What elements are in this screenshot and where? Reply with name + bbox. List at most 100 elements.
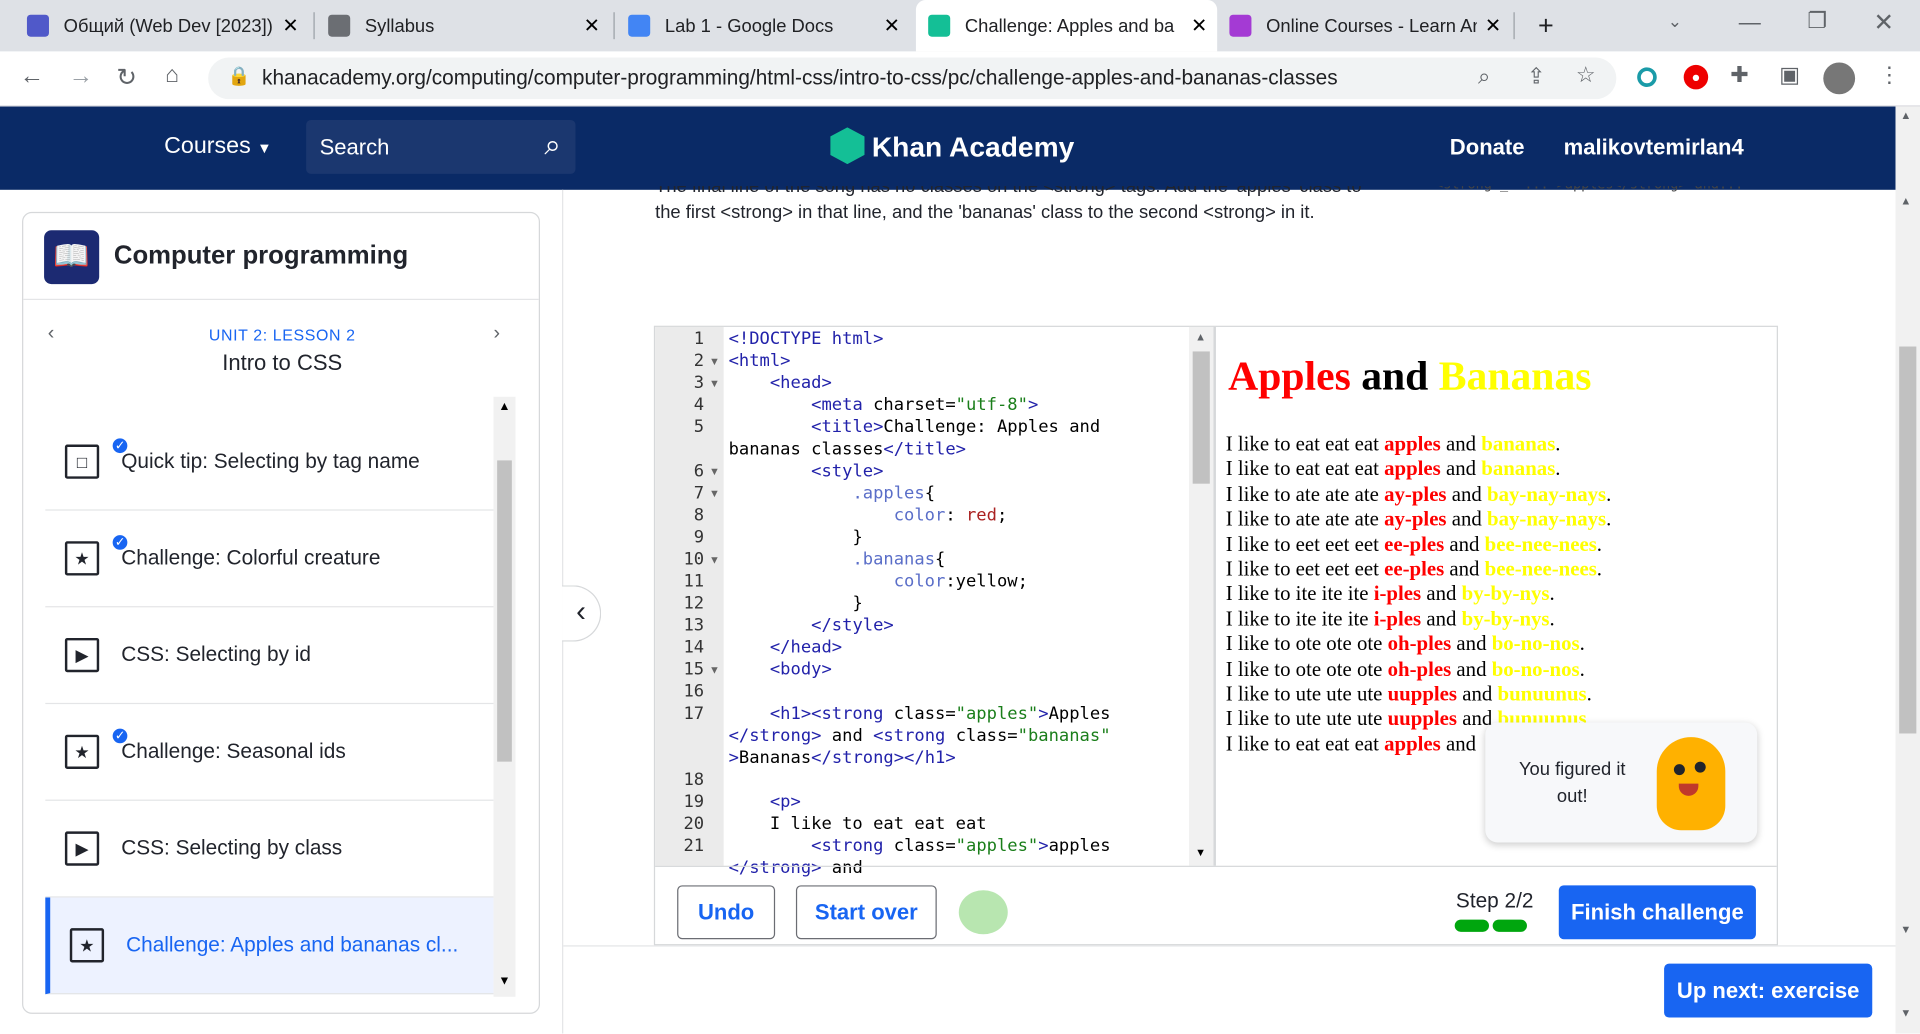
- code-line[interactable]: color:yellow;: [729, 572, 1028, 592]
- close-tab-icon[interactable]: ✕: [282, 13, 298, 37]
- puzzle-icon[interactable]: ✚: [1730, 62, 1748, 88]
- extension-icon[interactable]: [1637, 67, 1657, 87]
- sidebar-scroll-thumb[interactable]: [497, 460, 512, 762]
- code-line[interactable]: </style>: [729, 616, 894, 636]
- page-scrollbar[interactable]: ▲ ▲ ▼ ▼: [1895, 106, 1920, 1034]
- fold-arrow-icon[interactable]: ▼: [709, 465, 720, 477]
- code-line[interactable]: <meta charset="utf-8">: [729, 396, 1038, 416]
- code-line[interactable]: color: red;: [729, 506, 1008, 526]
- minimize-icon[interactable]: —: [1739, 10, 1761, 36]
- forward-icon[interactable]: →: [69, 62, 93, 90]
- output-and: and: [1451, 657, 1492, 681]
- search-icon[interactable]: ⌕: [544, 129, 560, 163]
- code-line[interactable]: .apples{: [729, 484, 935, 504]
- browser-tab[interactable]: Общий (Web Dev [2023]) ✕: [15, 0, 309, 51]
- khan-logo-icon[interactable]: [830, 127, 865, 165]
- sidebar-item[interactable]: ▶ CSS: Selecting by class: [45, 801, 494, 898]
- output-period: .: [1579, 632, 1585, 656]
- sidebar-item[interactable]: ★ ✓ Challenge: Seasonal ids: [45, 704, 494, 801]
- sidebar-item[interactable]: ▶ CSS: Selecting by id: [45, 607, 494, 705]
- scroll-down-icon[interactable]: ▼: [1195, 846, 1206, 858]
- output-line: I like to ote ote ote oh-ples and bo-no-…: [1226, 657, 1585, 681]
- output-apples: ay-ples: [1384, 507, 1447, 531]
- back-icon[interactable]: ←: [20, 62, 44, 90]
- profile-avatar[interactable]: [1823, 62, 1856, 95]
- output-apples: apples: [1384, 432, 1441, 456]
- fold-arrow-icon[interactable]: ▼: [709, 355, 720, 367]
- code-line[interactable]: </head>: [729, 638, 842, 658]
- code-line[interactable]: }: [729, 594, 862, 614]
- reload-icon[interactable]: ↻: [116, 62, 137, 93]
- line-number: 10: [683, 549, 705, 570]
- code-line[interactable]: <h1><strong class="apples">Apples: [729, 704, 1111, 724]
- code-line[interactable]: >Bananas</strong></h1>: [729, 748, 956, 768]
- scroll-up-icon[interactable]: ▲: [1900, 109, 1911, 121]
- code-line[interactable]: </strong> and <strong class="bananas": [729, 726, 1111, 746]
- finish-challenge-button[interactable]: Finish challenge: [1558, 885, 1756, 940]
- new-tab-icon[interactable]: +: [1538, 10, 1554, 42]
- address-bar[interactable]: 🔒 khanacademy.org/computing/computer-pro…: [208, 57, 1617, 100]
- course-book-icon: 📖: [44, 230, 100, 285]
- code-line[interactable]: I like to eat eat eat: [729, 814, 987, 834]
- editor-scrollbar[interactable]: [1188, 326, 1214, 866]
- donate-link[interactable]: Donate: [1450, 135, 1525, 161]
- sidebar-item[interactable]: ★ Challenge: Apples and bananas cl...: [45, 897, 494, 995]
- sidebar-item[interactable]: ★ ✓ Challenge: Colorful creature: [45, 511, 494, 608]
- user-menu[interactable]: malikovtemirlan4: [1564, 135, 1744, 161]
- scroll-down-icon[interactable]: ▼: [498, 975, 510, 988]
- code-line[interactable]: <head>: [729, 373, 832, 393]
- home-icon[interactable]: ⌂: [165, 62, 179, 89]
- zoom-icon[interactable]: ⌕: [1478, 64, 1490, 90]
- menu-icon[interactable]: ⋮: [1878, 62, 1900, 88]
- scroll-up-icon[interactable]: ▲: [498, 400, 510, 413]
- browser-tab[interactable]: Syllabus ✕: [316, 0, 610, 51]
- editor-scroll-thumb[interactable]: [1192, 351, 1210, 484]
- close-window-icon[interactable]: ✕: [1873, 7, 1894, 38]
- output-text: I like to ote ote ote: [1225, 632, 1388, 656]
- scroll-down-icon[interactable]: ▼: [1900, 1007, 1911, 1019]
- sidebar-scrollbar[interactable]: [493, 396, 516, 997]
- code-line[interactable]: <body>: [729, 660, 832, 680]
- code-line[interactable]: <html>: [729, 351, 791, 371]
- scroll-thumb[interactable]: [1899, 346, 1917, 734]
- code-line[interactable]: <title>Challenge: Apples and: [729, 418, 1100, 438]
- close-tab-icon[interactable]: ✕: [1191, 13, 1207, 37]
- scroll-up-icon[interactable]: ▲: [1900, 195, 1911, 207]
- up-next-button[interactable]: Up next: exercise: [1664, 963, 1873, 1018]
- scroll-up-icon[interactable]: ▲: [1195, 331, 1206, 343]
- browser-tab[interactable]: Challenge: Apples and ba ✕: [915, 0, 1218, 52]
- code-line[interactable]: </strong> and: [729, 858, 863, 878]
- browser-tab[interactable]: Lab 1 - Google Docs ✕: [616, 0, 910, 51]
- close-tab-icon[interactable]: ✕: [884, 13, 900, 37]
- close-tab-icon[interactable]: ✕: [584, 13, 600, 37]
- undo-button[interactable]: Undo: [677, 885, 776, 940]
- course-title[interactable]: Computer programming: [114, 241, 408, 270]
- code-line[interactable]: <style>: [729, 462, 883, 482]
- fold-arrow-icon[interactable]: ▼: [709, 487, 720, 499]
- code-line[interactable]: bananas classes</title>: [729, 440, 966, 460]
- code-line[interactable]: <strong class="apples">apples: [729, 836, 1110, 856]
- sidepanel-icon[interactable]: ▣: [1779, 62, 1800, 88]
- search-input[interactable]: Search ⌕: [306, 120, 576, 174]
- start-over-button[interactable]: Start over: [795, 885, 937, 940]
- code-line[interactable]: <p>: [729, 792, 801, 812]
- fold-arrow-icon[interactable]: ▼: [709, 377, 720, 389]
- scroll-down-icon[interactable]: ▼: [1900, 923, 1911, 935]
- fold-arrow-icon[interactable]: ▼: [709, 664, 720, 676]
- output-apples: oh-ples: [1387, 657, 1452, 681]
- code-line[interactable]: <!DOCTYPE html>: [729, 329, 884, 349]
- browser-tab[interactable]: Online Courses - Learn Ar ✕: [1217, 0, 1511, 51]
- code-line[interactable]: }: [729, 528, 862, 548]
- share-icon[interactable]: ⇪: [1527, 64, 1545, 90]
- bookmark-star-icon[interactable]: ☆: [1576, 62, 1596, 88]
- sidebar-item[interactable]: □ ✓ Quick tip: Selecting by tag name: [45, 414, 494, 511]
- tab-search-icon[interactable]: ⌄: [1668, 11, 1682, 32]
- brand-name[interactable]: Khan Academy: [872, 131, 1074, 164]
- close-tab-icon[interactable]: ✕: [1485, 13, 1501, 37]
- restore-icon[interactable]: ❐: [1807, 9, 1827, 35]
- courses-menu[interactable]: Courses ▼: [164, 133, 272, 160]
- adblock-icon[interactable]: ●: [1683, 64, 1709, 90]
- code-line[interactable]: .bananas{: [729, 550, 945, 570]
- collapse-sidebar-icon[interactable]: ‹: [562, 585, 602, 642]
- fold-arrow-icon[interactable]: ▼: [709, 553, 720, 565]
